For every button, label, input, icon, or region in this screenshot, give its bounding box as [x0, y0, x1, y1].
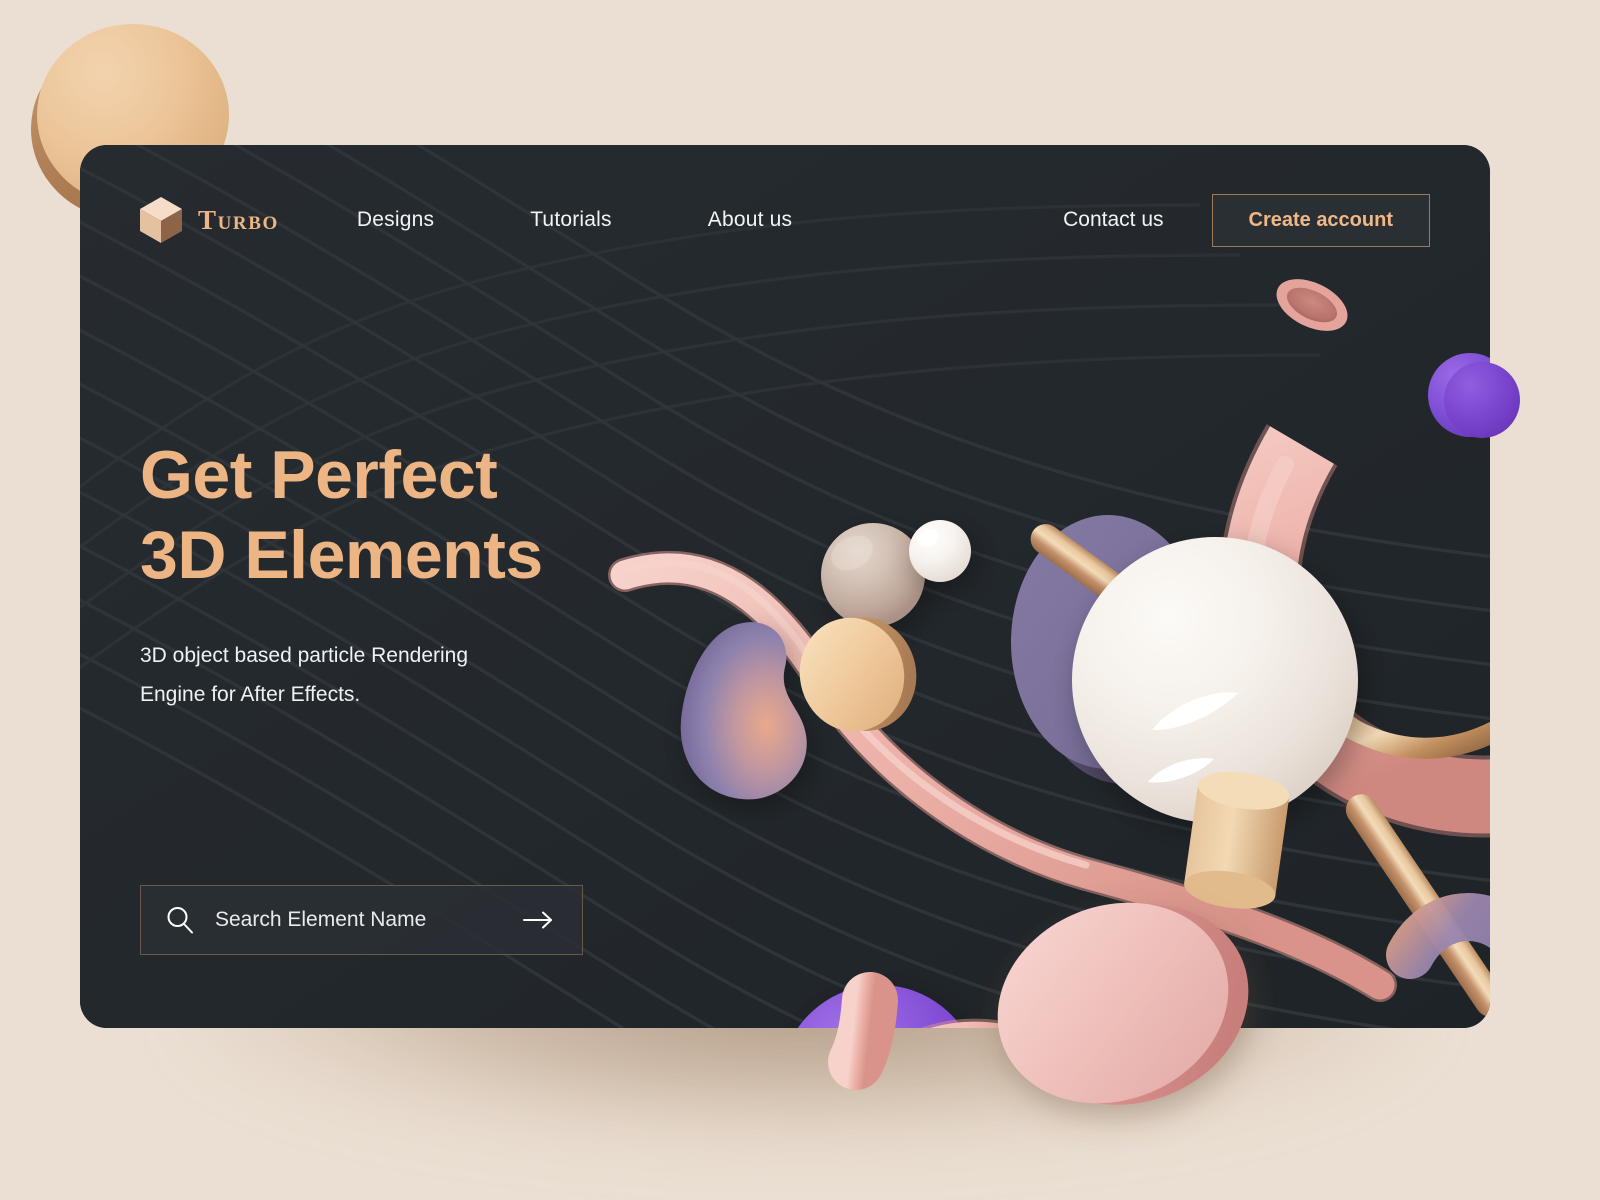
hero-copy: Get Perfect 3D Elements 3D object based … — [140, 435, 543, 715]
page-root: Turbo Designs Tutorials About us Contact… — [0, 0, 1600, 1200]
nav-right-group: Contact us Create account — [1063, 193, 1430, 247]
headline-line-2: 3D Elements — [140, 517, 543, 594]
hero-subtitle: 3D object based particle Rendering Engin… — [140, 637, 543, 715]
page-title: Get Perfect 3D Elements — [140, 435, 543, 595]
search-input[interactable] — [215, 908, 522, 932]
search-icon — [167, 907, 193, 934]
nav-link-designs[interactable]: Designs — [357, 200, 434, 240]
search-bar[interactable] — [140, 885, 583, 955]
subtitle-line-1: 3D object based particle Rendering — [140, 644, 469, 668]
brand-name: Turbo — [198, 204, 279, 235]
brand-logo[interactable]: Turbo — [138, 195, 279, 245]
nav-link-contact-us[interactable]: Contact us — [1063, 208, 1163, 232]
subtitle-line-2: Engine for After Effects. — [140, 683, 361, 707]
navbar: Turbo Designs Tutorials About us Contact… — [80, 145, 1490, 295]
create-account-button[interactable]: Create account — [1211, 193, 1430, 247]
nav-link-about-us[interactable]: About us — [708, 200, 793, 240]
arrow-right-icon[interactable] — [522, 909, 556, 931]
hero-card: Turbo Designs Tutorials About us Contact… — [80, 145, 1490, 1028]
headline-line-1: Get Perfect — [140, 437, 498, 513]
nav-links: Designs Tutorials About us — [357, 200, 888, 240]
cube-icon — [140, 197, 182, 243]
nav-link-tutorials[interactable]: Tutorials — [530, 200, 612, 240]
